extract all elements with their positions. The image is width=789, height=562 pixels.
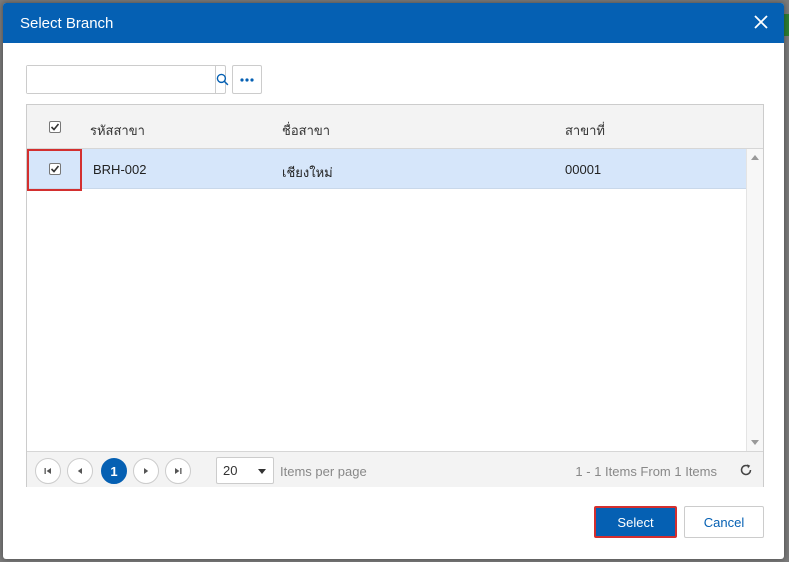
dropdown-arrow-icon xyxy=(258,469,266,474)
dialog-title: Select Branch xyxy=(20,14,114,32)
page-size-value: 20 xyxy=(223,463,238,478)
check-icon xyxy=(50,123,60,131)
close-icon[interactable] xyxy=(752,13,770,31)
pagination-bar: 1 20 Items per page 1 - 1 Items From 1 I… xyxy=(27,451,763,487)
column-header-branch-no[interactable]: สาขาที่ xyxy=(565,120,605,141)
items-per-page-label: Items per page xyxy=(280,464,367,479)
prev-page-button[interactable] xyxy=(67,458,93,484)
last-page-icon xyxy=(175,468,182,474)
vertical-scrollbar[interactable] xyxy=(746,149,763,451)
first-page-button[interactable] xyxy=(35,458,61,484)
search-box xyxy=(26,65,229,94)
column-header-name[interactable]: ชื่อสาขา xyxy=(282,120,330,141)
scroll-up-icon[interactable] xyxy=(751,155,759,160)
cell-branch-no: 00001 xyxy=(565,162,602,177)
search-icon xyxy=(216,73,229,86)
branch-grid: รหัสสาขา ชื่อสาขา สาขาที่ BRH-002 เชียงใ… xyxy=(26,104,764,487)
pager-info: 1 - 1 Items From 1 Items xyxy=(575,464,717,479)
cell-branch-name: เชียงใหม่ xyxy=(282,165,333,180)
page-size-select[interactable]: 20 xyxy=(216,457,274,484)
search-button[interactable] xyxy=(215,66,229,93)
dialog-titlebar: Select Branch xyxy=(3,3,784,43)
select-button[interactable]: Select xyxy=(594,506,677,538)
scroll-down-icon[interactable] xyxy=(751,440,759,445)
first-page-icon xyxy=(44,468,51,474)
next-page-button[interactable] xyxy=(133,458,159,484)
cancel-button[interactable]: Cancel xyxy=(684,506,764,538)
page-number-button[interactable]: 1 xyxy=(101,458,127,484)
checkbox-highlight-box xyxy=(27,149,82,191)
table-row[interactable]: BRH-002 เชียงใหม่ 00001 xyxy=(27,149,746,189)
select-branch-dialog: Select Branch รหัสสาขา ชื่อสาขา สาขาที่ xyxy=(3,3,784,559)
grid-body: BRH-002 เชียงใหม่ 00001 xyxy=(27,149,746,451)
grid-toolbar xyxy=(26,65,262,94)
cell-branch-code: BRH-002 xyxy=(93,162,147,177)
next-page-icon xyxy=(144,468,149,474)
ellipsis-icon xyxy=(240,77,254,82)
grid-header: รหัสสาขา ชื่อสาขา สาขาที่ xyxy=(27,105,763,149)
search-input[interactable] xyxy=(27,66,215,93)
last-page-button[interactable] xyxy=(165,458,191,484)
column-header-code[interactable]: รหัสสาขา xyxy=(90,120,145,141)
more-options-button[interactable] xyxy=(232,65,262,94)
refresh-icon[interactable] xyxy=(739,463,753,477)
select-all-checkbox[interactable] xyxy=(49,121,61,133)
prev-page-icon xyxy=(77,468,82,474)
